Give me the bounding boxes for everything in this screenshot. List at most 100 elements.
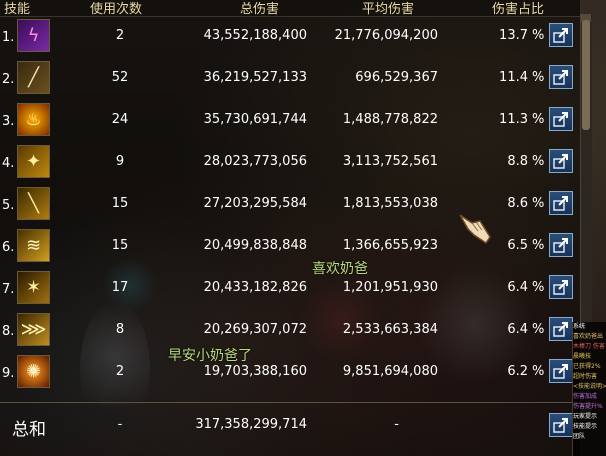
share-icon — [553, 154, 568, 169]
chat-line: 系统 — [573, 323, 586, 330]
total-damage-value: 35,730,691,744 — [203, 112, 307, 127]
chat-line: 伤害提升% — [573, 403, 603, 410]
share-button[interactable] — [549, 359, 573, 383]
share-button[interactable] — [549, 107, 573, 131]
uses-value: 8 — [115, 322, 125, 337]
chat-line: 玩家提示 — [573, 413, 598, 420]
percent-sign: % — [532, 28, 545, 43]
skill-row: 1. ϟ 2 43,552,188,400 21,776,094,200 13.7% — [0, 16, 580, 58]
table-header: 技能 使用次数 总伤害 平均伤害 伤害占比 — [0, 0, 580, 17]
bone-club-skill-icon: ╱ — [17, 61, 50, 94]
summary-share-button[interactable] — [549, 413, 573, 437]
skill-row: 9. ✺ 2 19,703,388,160 9,851,694,080 6.2% — [0, 352, 580, 394]
uses-value: 15 — [111, 238, 129, 253]
rank-label: 1. — [2, 30, 15, 45]
summary-total-damage: 317,358,299,714 — [195, 417, 307, 432]
share-button[interactable] — [549, 191, 573, 215]
total-damage-value: 27,203,295,584 — [203, 196, 307, 211]
share-icon — [553, 322, 568, 337]
rank-label: 3. — [2, 114, 15, 129]
golden-wave-skill-icon: ≋ — [17, 229, 50, 262]
total-damage-value: 20,433,182,826 — [203, 280, 307, 295]
rank-label: 8. — [2, 324, 15, 339]
player-name-label: 喜欢奶爸 — [312, 261, 368, 277]
total-damage-value: 20,499,838,848 — [203, 238, 307, 253]
rank-label: 4. — [2, 156, 15, 171]
golden-stars-skill-icon: ✦ — [17, 145, 50, 178]
golden-spark-skill-icon: ✶ — [17, 271, 50, 304]
avg-damage-value: 3,113,752,561 — [342, 154, 438, 169]
rank-label: 7. — [2, 282, 15, 297]
summary-avg-damage: - — [394, 417, 399, 432]
damage-pct-value: 6.4 — [507, 280, 528, 295]
scrollbar-thumb[interactable] — [582, 20, 590, 130]
skill-row: 5. ╲ 15 27,203,295,584 1,813,553,038 8.6% — [0, 184, 580, 226]
uses-value: 17 — [111, 280, 129, 295]
hand-cursor-icon — [459, 214, 491, 245]
header-avg-damage: 平均伤害 — [362, 2, 415, 17]
share-button[interactable] — [549, 149, 573, 173]
share-icon — [553, 196, 568, 211]
header-skill: 技能 — [4, 2, 31, 17]
percent-sign: % — [532, 322, 545, 337]
avg-damage-value: 21,776,094,200 — [334, 28, 438, 43]
chat-line: 木棒刀 伤害 — [573, 343, 605, 350]
chat-line: <技能说明> — [573, 383, 606, 390]
share-icon — [553, 70, 568, 85]
chat-line: 已获得2% — [573, 363, 601, 370]
flame-burst-skill-icon: ♨ — [17, 103, 50, 136]
skill-row: 3. ♨ 24 35,730,691,744 1,488,778,822 11.3% — [0, 100, 580, 142]
total-damage-value: 28,023,773,056 — [203, 154, 307, 169]
avg-damage-value: 2,533,663,384 — [342, 322, 438, 337]
chat-line: 技能提示 — [573, 423, 598, 430]
avg-damage-value: 1,201,951,930 — [342, 280, 438, 295]
damage-pct-value: 6.2 — [507, 364, 528, 379]
avg-damage-value: 9,851,694,080 — [342, 364, 438, 379]
damage-pct-value: 11.4 — [499, 70, 528, 85]
skill-row: 8. ⋙ 8 20,269,307,072 2,533,663,384 6.4% — [0, 310, 580, 352]
skill-row: 4. ✦ 9 28,023,773,056 3,113,752,561 8.8% — [0, 142, 580, 184]
purple-lightning-skill-icon: ϟ — [17, 19, 50, 52]
golden-rays-skill-icon: ⋙ — [17, 313, 50, 346]
damage-pct-value: 6.4 — [507, 322, 528, 337]
uses-value: 9 — [115, 154, 125, 169]
share-button[interactable] — [549, 23, 573, 47]
uses-value: 52 — [111, 70, 129, 85]
side-chat-panel: 系统 喜欢奶爸出 木棒刀 伤害 晨曦技 已获得2% 超时伤害 <技能说明> 伤害加成 伤害提升%… — [572, 322, 606, 456]
share-icon — [553, 112, 568, 127]
header-total-damage: 总伤害 — [240, 2, 280, 17]
damage-pct-value: 13.7 — [499, 28, 528, 43]
percent-sign: % — [532, 112, 545, 127]
summary-divider — [0, 402, 580, 403]
percent-sign: % — [532, 364, 545, 379]
rank-label: 5. — [2, 198, 15, 213]
percent-sign: % — [532, 238, 545, 253]
damage-pct-value: 8.8 — [507, 154, 528, 169]
summary-label: 总和 — [12, 420, 46, 440]
share-icon — [553, 280, 568, 295]
chat-line: 超时伤害 — [573, 373, 598, 380]
uses-value: 2 — [115, 28, 125, 43]
summary-uses: - — [117, 417, 123, 432]
share-button[interactable] — [549, 275, 573, 299]
share-button[interactable] — [549, 65, 573, 89]
share-button[interactable] — [549, 317, 573, 341]
percent-sign: % — [532, 280, 545, 295]
total-damage-value: 36,219,527,133 — [203, 70, 307, 85]
percent-sign: % — [532, 154, 545, 169]
total-damage-value: 20,269,307,072 — [203, 322, 307, 337]
avg-damage-value: 696,529,367 — [355, 70, 438, 85]
chat-line: 喜欢奶爸出 — [573, 333, 604, 340]
header-damage-pct: 伤害占比 — [492, 2, 545, 17]
share-icon — [553, 238, 568, 253]
golden-sword-skill-icon: ╲ — [17, 187, 50, 220]
uses-value: 24 — [111, 112, 129, 127]
skill-row: 7. ✶ 17 20,433,182,826 1,201,951,930 6.4% — [0, 268, 580, 310]
skill-row: 6. ≋ 15 20,499,838,848 1,366,655,923 6.5% — [0, 226, 580, 268]
damage-pct-value: 8.6 — [507, 196, 528, 211]
header-uses: 使用次数 — [90, 2, 143, 17]
avg-damage-value: 1,488,778,822 — [342, 112, 438, 127]
share-button[interactable] — [549, 233, 573, 257]
rank-label: 2. — [2, 72, 15, 87]
share-icon — [553, 418, 568, 433]
